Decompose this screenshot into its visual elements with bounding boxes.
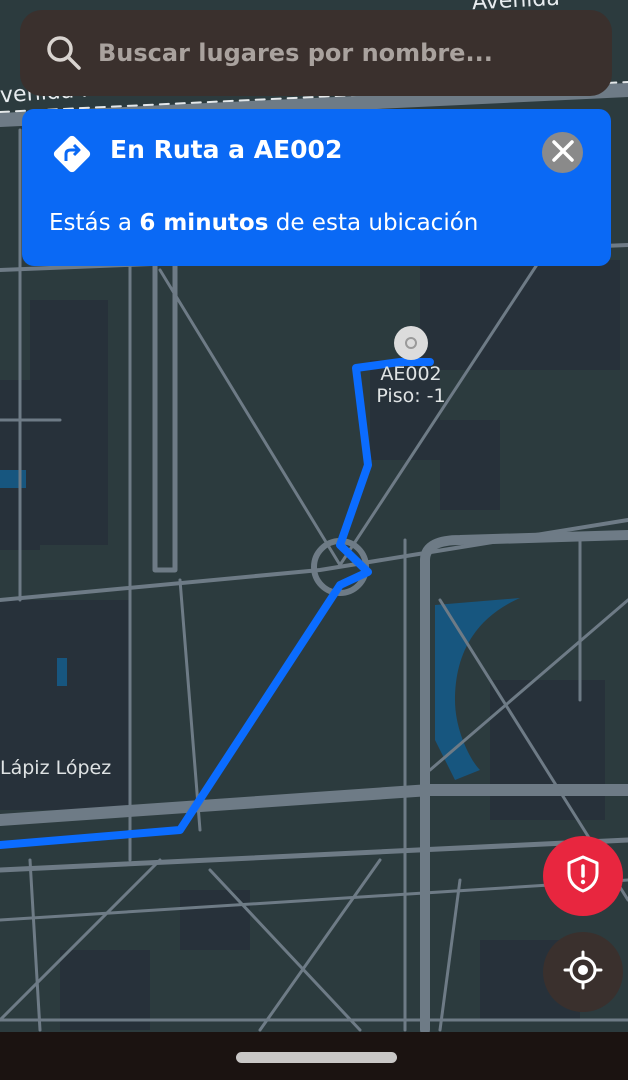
crosshair-icon[interactable] [563, 950, 603, 994]
place-label: Lápiz López [0, 757, 112, 779]
route-description: Estás a 6 minutos de esta ubicación [49, 210, 478, 236]
route-card: En Ruta a AE002 Estás a 6 minutos de est… [22, 109, 611, 266]
search-input[interactable]: Buscar lugares por nombre... [98, 39, 493, 67]
destination-floor: Piso: -1 [376, 385, 446, 407]
home-indicator[interactable] [236, 1052, 397, 1063]
locate-button[interactable] [543, 932, 623, 1012]
destination-label: AE002 Piso: -1 [370, 363, 452, 407]
route-desc-suffix: de esta ubicación [268, 210, 479, 236]
route-title: En Ruta a AE002 [110, 135, 343, 164]
search-icon[interactable] [44, 33, 84, 73]
safety-button[interactable] [543, 836, 623, 916]
shield-alert-icon[interactable] [566, 855, 600, 897]
search-bar[interactable]: Buscar lugares por nombre... [20, 10, 612, 96]
close-button[interactable] [542, 132, 583, 173]
route-desc-prefix: Estás a [49, 210, 140, 236]
turn-right-icon [52, 134, 92, 174]
destination-marker[interactable] [394, 326, 428, 360]
destination-name: AE002 [380, 363, 442, 385]
close-icon[interactable] [551, 139, 574, 166]
route-desc-time: 6 minutos [139, 210, 269, 236]
